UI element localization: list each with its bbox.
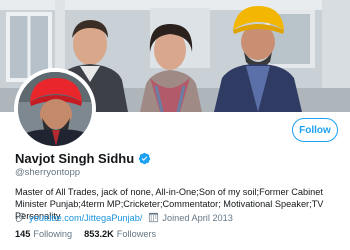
website-link[interactable]: youtube.com/JittegaPunjab/ bbox=[29, 213, 142, 223]
profile-handle: @sherryontopp bbox=[15, 167, 81, 178]
link-icon bbox=[15, 212, 26, 223]
following-stat[interactable]: 145 Following bbox=[15, 229, 72, 239]
avatar-photo bbox=[18, 72, 92, 146]
profile-meta-row: youtube.com/JittegaPunjab/ Joined April … bbox=[15, 212, 233, 223]
follow-button[interactable]: Follow bbox=[292, 118, 338, 142]
avatar[interactable] bbox=[14, 68, 96, 150]
joined-date: Joined April 2013 bbox=[162, 212, 233, 223]
followers-label: Followers bbox=[116, 229, 157, 239]
following-label: Following bbox=[33, 229, 73, 239]
profile-stats-row: 145 Following 853.2K Followers bbox=[15, 229, 156, 239]
calendar-icon bbox=[148, 212, 159, 223]
following-count: 145 bbox=[15, 229, 31, 239]
display-name: Navjot Singh Sidhu bbox=[15, 151, 135, 166]
profile-name-row: Navjot Singh Sidhu bbox=[15, 151, 151, 166]
followers-count: 853.2K bbox=[84, 229, 114, 239]
followers-stat[interactable]: 853.2K Followers bbox=[84, 229, 156, 239]
verified-badge-icon bbox=[138, 152, 151, 165]
